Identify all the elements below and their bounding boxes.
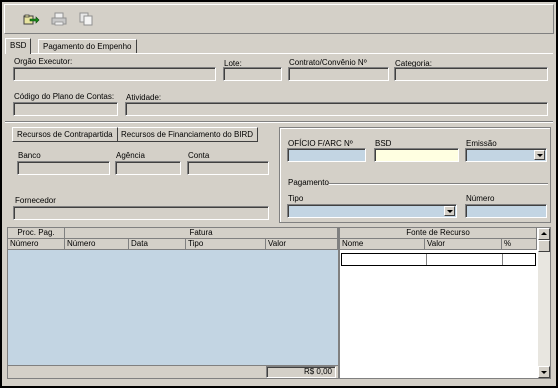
- tab-pagamento-label: Pagamento do Empenho: [43, 42, 132, 51]
- conta-field[interactable]: [187, 161, 269, 175]
- agencia-field[interactable]: [115, 161, 181, 175]
- fatura-grid[interactable]: Proc. Pag. Fatura Número Número Data Tip…: [7, 227, 339, 379]
- fonte-recurso-title: Fonte de Recurso: [340, 228, 537, 239]
- numero-field[interactable]: [465, 204, 547, 218]
- col-header-tipo[interactable]: Tipo: [186, 239, 266, 250]
- banco-label: Banco: [18, 151, 41, 160]
- pagamento-group-line: [329, 183, 548, 185]
- bsd-field[interactable]: [374, 148, 459, 162]
- subtab-bird[interactable]: Recursos de Financiamento do BIRD: [116, 127, 259, 142]
- total-value: R$ 0,00: [266, 366, 336, 378]
- row-divider: [426, 254, 427, 265]
- col-header-fatura-numero[interactable]: Número: [65, 239, 129, 250]
- tab-bsd[interactable]: BSD: [5, 38, 32, 54]
- tipo-dropdown[interactable]: [287, 204, 457, 218]
- print-icon[interactable]: [50, 11, 68, 27]
- toolbar: [4, 4, 554, 34]
- fornecedor-label: Fornecedor: [15, 196, 56, 205]
- grid-header-proc-pag: Proc. Pag.: [8, 228, 65, 239]
- categoria-field[interactable]: [394, 67, 548, 81]
- fonte-recurso-grid[interactable]: Fonte de Recurso Nome Valor %: [339, 227, 551, 379]
- chevron-down-icon[interactable]: [534, 150, 545, 160]
- arrow-up-icon: [541, 232, 547, 235]
- tab-panel-top-edge: [5, 53, 553, 55]
- atividade-field[interactable]: [125, 102, 548, 116]
- vertical-scrollbar[interactable]: [538, 228, 550, 378]
- pagamento-group-label: Pagamento: [288, 178, 329, 187]
- grid-footer: R$ 0,00: [8, 365, 338, 378]
- codigo-label: Código do Plano de Contas:: [14, 92, 115, 101]
- emissao-dropdown[interactable]: [465, 148, 547, 162]
- grid-header-fatura: Fatura: [65, 228, 338, 239]
- fornecedor-field[interactable]: [13, 206, 269, 220]
- scroll-thumb[interactable]: [538, 240, 550, 252]
- subtab-contrapartida[interactable]: Recursos de Contrapartida: [12, 127, 118, 142]
- copy-icon[interactable]: [77, 11, 95, 27]
- banco-field[interactable]: [17, 161, 110, 175]
- agencia-label: Agência: [116, 151, 145, 160]
- main-window: BSD Pagamento do Empenho Orgão Executor:…: [2, 2, 556, 386]
- orgao-label: Orgão Executor:: [14, 57, 73, 66]
- chevron-down-icon[interactable]: [444, 206, 455, 216]
- section-divider: [5, 121, 553, 123]
- codigo-field[interactable]: [13, 102, 118, 116]
- orgao-field[interactable]: [13, 67, 216, 81]
- tab-bsd-label: BSD: [10, 41, 27, 50]
- numero-label: Número: [466, 194, 495, 203]
- bank-box: Banco Agência Conta: [12, 142, 274, 182]
- arrow-down-icon: [541, 371, 547, 374]
- row-divider: [502, 254, 503, 265]
- conta-label: Conta: [188, 151, 210, 160]
- col-header-valor[interactable]: Valor: [266, 239, 338, 250]
- tab-pagamento-empenho[interactable]: Pagamento do Empenho: [38, 39, 137, 54]
- enter-icon[interactable]: [22, 11, 40, 27]
- oficio-field[interactable]: [287, 148, 366, 162]
- subtab-contrapartida-label: Recursos de Contrapartida: [17, 130, 113, 139]
- tipo-label: Tipo: [288, 194, 304, 203]
- contrato-field[interactable]: [288, 67, 389, 81]
- scroll-up-icon[interactable]: [538, 228, 550, 240]
- lote-field[interactable]: [223, 67, 282, 81]
- col-header-data[interactable]: Data: [129, 239, 186, 250]
- fonte-recurso-edit-row[interactable]: [341, 253, 536, 266]
- subtab-bird-label: Recursos de Financiamento do BIRD: [121, 130, 254, 139]
- scroll-down-icon[interactable]: [538, 366, 550, 378]
- col-header-fonte-valor[interactable]: Valor: [425, 239, 502, 250]
- col-header-proc-numero[interactable]: Número: [8, 239, 65, 250]
- col-header-percent[interactable]: %: [502, 239, 537, 250]
- col-header-nome[interactable]: Nome: [340, 239, 425, 250]
